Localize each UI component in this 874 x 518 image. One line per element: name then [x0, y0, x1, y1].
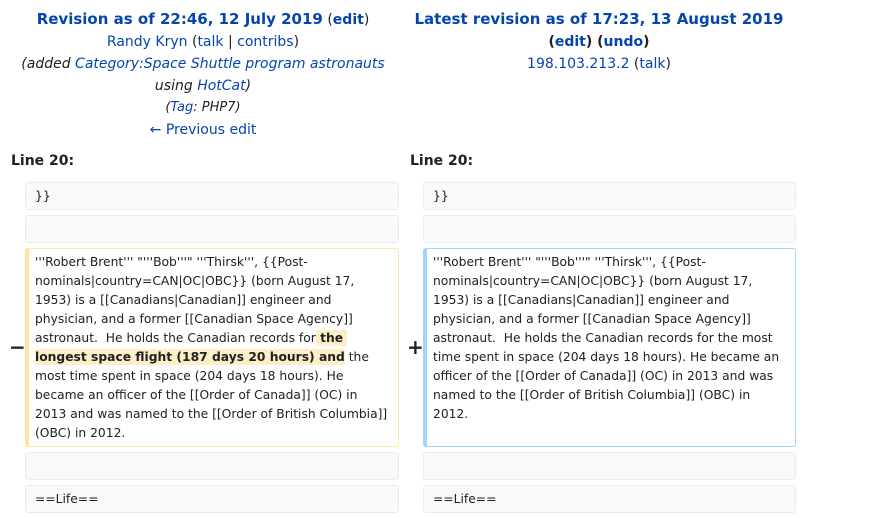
- left-tag-line: (Tag: PHP7): [8, 97, 398, 119]
- context-line-left: }}: [25, 182, 399, 210]
- hotcat-link[interactable]: HotCat: [197, 78, 245, 94]
- context-life-left: ==Life==: [25, 485, 399, 513]
- context-life-right: ==Life==: [423, 485, 796, 513]
- left-revision-title-line: Revision as of 22:46, 12 July 2019 (edit…: [8, 8, 398, 31]
- right-line-number: Line 20:: [410, 153, 474, 169]
- previous-edit-line: ← Previous edit: [8, 119, 398, 141]
- left-contribs-link[interactable]: contribs: [237, 34, 293, 50]
- context-empty-left: [25, 215, 399, 243]
- deletion-marker: −: [9, 335, 26, 359]
- left-revision-title-link[interactable]: Revision as of 22:46, 12 July 2019: [37, 10, 323, 28]
- right-talk-link[interactable]: talk: [639, 56, 665, 72]
- deleted-line: '''Robert Brent''' "'''Bob'''" '''Thirsk…: [25, 248, 399, 447]
- left-line-number: Line 20:: [11, 153, 75, 169]
- left-user-line: Randy Kryn (talk | contribs): [106, 34, 300, 50]
- right-revision-title-link[interactable]: Latest revision as of 17:23, 13 August 2…: [415, 10, 784, 28]
- summary-using: using: [154, 78, 198, 94]
- left-talk-link[interactable]: talk: [197, 34, 223, 50]
- right-revision-header: Latest revision as of 17:23, 13 August 2…: [404, 8, 794, 75]
- added-line: '''Robert Brent''' "'''Bob'''" '''Thirsk…: [423, 248, 796, 447]
- summary-suffix: ): [245, 78, 252, 94]
- summary-prefix: (added: [21, 56, 76, 72]
- context-empty-right-2: [423, 452, 796, 480]
- right-user-line: 198.103.213.2 (talk): [527, 56, 671, 72]
- deleted-text-before: '''Robert Brent''' "'''Bob'''" '''Thirsk…: [35, 255, 359, 345]
- right-actions-line: (edit) (undo): [548, 34, 650, 50]
- tag-link[interactable]: Tag: [170, 100, 193, 115]
- left-edit-summary: (added Category:Space Shuttle program as…: [8, 53, 398, 75]
- left-revision-header: Revision as of 22:46, 12 July 2019 (edit…: [8, 8, 398, 141]
- ip-link[interactable]: 198.103.213.2: [527, 56, 629, 72]
- previous-edit-link[interactable]: ← Previous edit: [150, 122, 257, 138]
- left-edit-summary-2: using HotCat): [8, 75, 398, 97]
- left-edit-paren: (edit): [327, 12, 370, 28]
- left-edit-link[interactable]: edit: [333, 12, 364, 28]
- tag-rest: : PHP7): [193, 100, 241, 115]
- category-link[interactable]: Category:Space Shuttle program astronaut…: [75, 56, 385, 72]
- context-empty-right: [423, 215, 796, 243]
- addition-marker: +: [407, 335, 424, 359]
- undo-link[interactable]: undo: [604, 34, 644, 50]
- left-user-link[interactable]: Randy Kryn: [107, 34, 188, 50]
- context-line-right: }}: [423, 182, 796, 210]
- context-empty-left-2: [25, 452, 399, 480]
- right-edit-link[interactable]: edit: [555, 34, 586, 50]
